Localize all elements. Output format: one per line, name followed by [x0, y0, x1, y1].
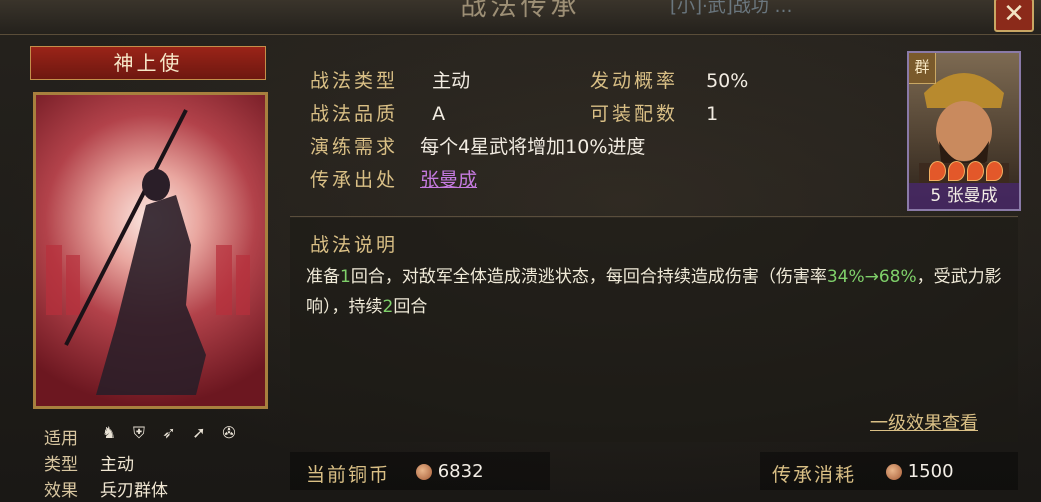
info-label: 演练需求 [310, 136, 399, 158]
copper-value-wrap: 6832 [416, 461, 484, 482]
unit-type-icons: ♞ ⛨ ➶ ➚ ✇ [100, 424, 238, 442]
meta-type: 类型 主动 [44, 450, 134, 475]
star-icon [948, 161, 965, 181]
copper-label: 当前铜币 [306, 464, 391, 486]
info-value: 主动 [432, 70, 471, 92]
copper-coin-icon [416, 464, 432, 480]
siege-icon: ✇ [222, 423, 236, 442]
skill-card-art [33, 92, 268, 409]
copper-value: 6832 [437, 461, 484, 482]
bow-icon: ➶ [162, 423, 176, 442]
cost-value-wrap: 1500 [886, 461, 954, 482]
info-value: 每个4星武将增加10%进度 [420, 136, 646, 158]
info-source: 传承出处 张曼成 [310, 165, 477, 192]
cost-label: 传承消耗 [772, 464, 857, 486]
star-icon [929, 161, 946, 181]
meta-label: 类型 [44, 455, 78, 475]
divider [290, 216, 1018, 217]
meta-label: 效果 [44, 481, 78, 501]
general-name: 5 张曼成 [909, 183, 1019, 209]
meta-value: 主动 [100, 455, 134, 475]
skill-name-plate: 神上使 [30, 46, 266, 80]
info-equip: 可装配数 1 [590, 99, 718, 126]
general-portrait[interactable]: 群 5 张曼成 [907, 51, 1021, 211]
info-label: 传承出处 [310, 169, 399, 191]
cost-value: 1500 [907, 461, 954, 482]
meta-effect: 效果 兵刃群体 [44, 476, 168, 501]
info-label: 发动概率 [590, 70, 679, 92]
info-label: 可装配数 [590, 103, 679, 125]
info-quality: 战法品质 A [310, 99, 445, 126]
copper-coin-icon [886, 464, 902, 480]
star-icon [986, 161, 1003, 181]
info-value: A [432, 103, 446, 125]
star-icon [967, 161, 984, 181]
info-label: 战法品质 [310, 103, 399, 125]
info-value: 1 [706, 103, 719, 125]
cavalry-icon: ♞ [101, 423, 117, 442]
close-button[interactable]: ✕ [994, 0, 1034, 32]
title-bar: 战法传承 [小]·武]战功 … [0, 0, 1041, 35]
star-rating [929, 161, 1003, 181]
info-value: 50% [706, 70, 749, 92]
header-info-text: [小]·武]战功 … [670, 0, 793, 17]
info-trigger: 发动概率 50% [590, 66, 748, 93]
close-icon: ✕ [1003, 0, 1025, 29]
description-text: 准备1回合，对敌军全体造成溃逃状态，每回合持续造成伤害（伤害率34%→68%，受… [306, 267, 1002, 317]
meta-applicable: 适用 [44, 424, 100, 449]
description-title: 战法说明 [310, 234, 399, 256]
info-drill: 演练需求 每个4星武将增加10%进度 [310, 132, 645, 159]
effect-detail-link[interactable]: 一级效果查看 [870, 409, 978, 435]
meta-label: 适用 [44, 429, 78, 449]
source-general-link[interactable]: 张曼成 [420, 169, 477, 191]
faction-badge: 群 [909, 53, 936, 84]
shield-icon: ⛨ [132, 423, 145, 442]
page-title: 战法传承 [460, 0, 581, 22]
meta-value: 兵刃群体 [100, 481, 168, 501]
info-label: 战法类型 [310, 70, 399, 92]
spear-icon: ➚ [192, 423, 206, 442]
info-type: 战法类型 主动 [310, 66, 470, 93]
